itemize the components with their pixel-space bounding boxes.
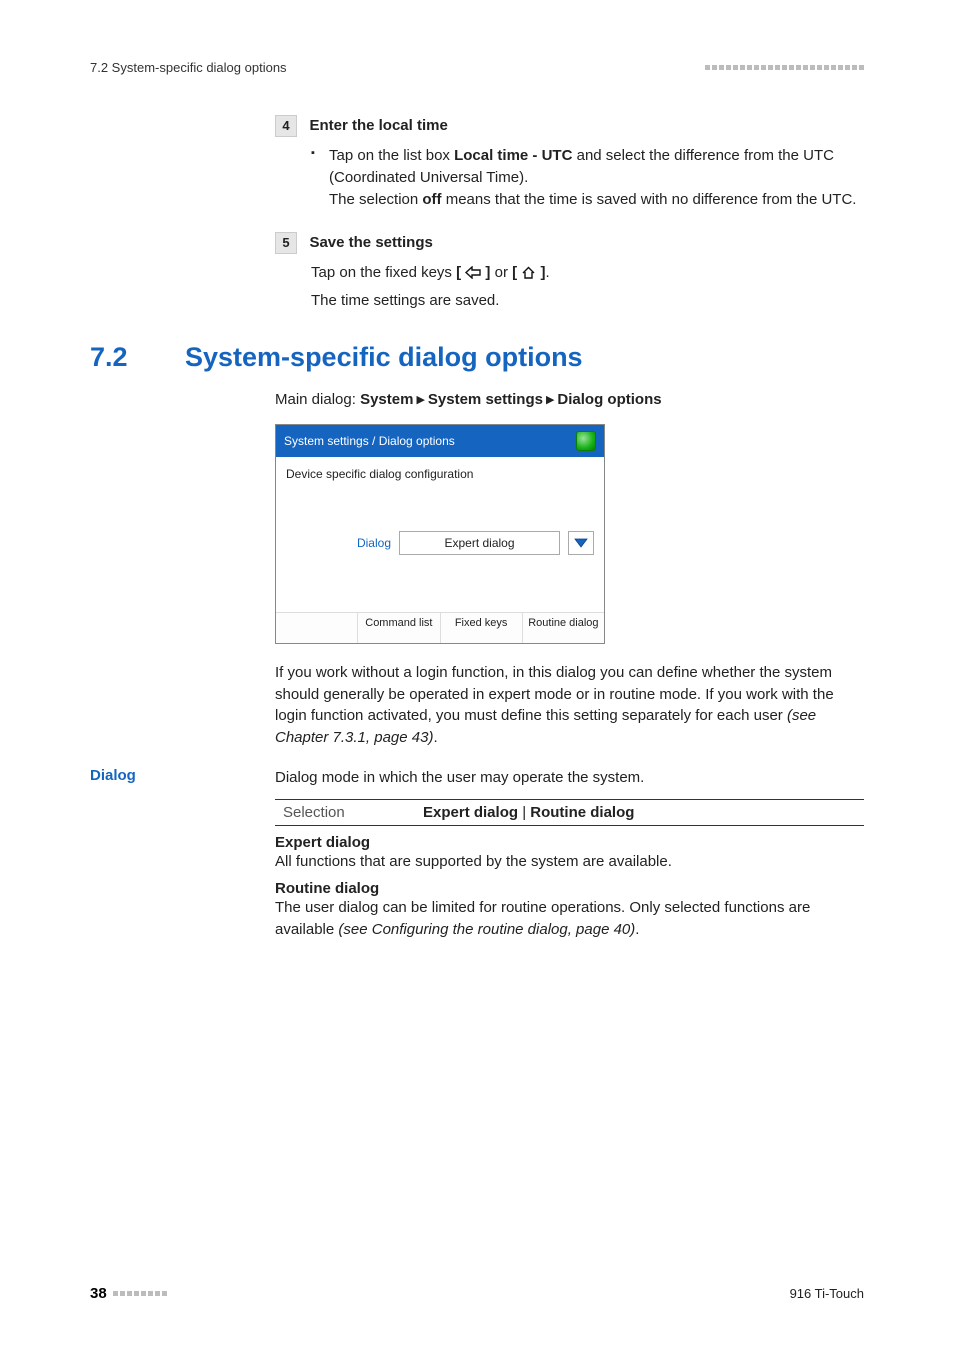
- footer-ticks: [113, 1291, 167, 1296]
- dialog-select[interactable]: Expert dialog: [399, 531, 560, 555]
- screenshot-status-icon[interactable]: [576, 431, 596, 451]
- step-5-line1-mid: or: [490, 264, 512, 281]
- step-4-line2-bold: off: [422, 191, 441, 208]
- expert-dialog-text: All functions that are supported by the …: [275, 851, 864, 873]
- breadcrumb-b: System settings: [428, 391, 543, 408]
- fixed-keys-button[interactable]: Fixed keys: [440, 613, 522, 643]
- back-arrow-icon: [465, 266, 481, 279]
- routine-dialog-text-post: .: [635, 921, 639, 938]
- screenshot-config-label: Device specific dialog configuration: [286, 467, 594, 481]
- screenshot-title: System settings / Dialog options: [284, 434, 455, 448]
- step-5-line2: The time settings are saved.: [311, 290, 864, 312]
- selection-label: Selection: [275, 799, 415, 825]
- selection-value-a: Expert dialog: [423, 804, 518, 821]
- step-4-bullet-pre: Tap on the list box: [329, 147, 454, 164]
- step-4-bullet: Tap on the list box Local time - UTC and…: [311, 145, 864, 210]
- step-5-title: Save the settings: [309, 234, 432, 251]
- command-list-button[interactable]: Command list: [357, 613, 439, 643]
- expert-dialog-head: Expert dialog: [275, 834, 864, 851]
- selection-sep: |: [518, 804, 530, 821]
- intro-paragraph-pre: If you work without a login function, in…: [275, 664, 834, 725]
- breadcrumb-prefix: Main dialog:: [275, 391, 360, 408]
- dialog-select-value: Expert dialog: [444, 536, 514, 550]
- routine-dialog-text: The user dialog can be limited for routi…: [275, 897, 864, 941]
- dialog-screenshot: System settings / Dialog options Device …: [275, 424, 605, 644]
- step-5-line1-pre: Tap on the fixed keys: [311, 264, 456, 281]
- section-number: 7.2: [90, 342, 185, 373]
- selection-values: Expert dialog | Routine dialog: [415, 799, 864, 825]
- step-4-bullet-bold: Local time - UTC: [454, 147, 572, 164]
- step-4-line2-pre: The selection: [329, 191, 422, 208]
- breadcrumb: Main dialog: System▶System settings▶Dial…: [275, 391, 864, 408]
- step-5-line1: Tap on the fixed keys [ ] or [ ].: [311, 262, 864, 284]
- dialog-sidehead: Dialog: [90, 767, 265, 784]
- intro-paragraph: If you work without a login function, in…: [275, 662, 864, 749]
- selection-table: Selection Expert dialog | Routine dialog: [275, 799, 864, 826]
- header-left: 7.2 System-specific dialog options: [90, 60, 287, 75]
- dialog-select-arrow[interactable]: [568, 531, 594, 555]
- breadcrumb-c: Dialog options: [557, 391, 661, 408]
- section-title: System-specific dialog options: [185, 342, 583, 373]
- screenshot-dialog-label: Dialog: [286, 536, 391, 550]
- routine-dialog-button[interactable]: Routine dialog: [522, 613, 604, 643]
- intro-paragraph-post: .: [433, 729, 437, 746]
- breadcrumb-a: System: [360, 391, 413, 408]
- footer-product: 916 Ti-Touch: [790, 1286, 864, 1301]
- home-icon: [521, 266, 536, 279]
- routine-dialog-head: Routine dialog: [275, 880, 864, 897]
- dialog-intro: Dialog mode in which the user may operat…: [275, 767, 864, 789]
- step-5-line1-post: .: [545, 264, 549, 281]
- chevron-down-icon: [574, 538, 588, 548]
- step-5-number: 5: [275, 232, 297, 254]
- page-number: 38: [90, 1285, 107, 1302]
- header-ticks: [705, 65, 864, 70]
- routine-dialog-text-ref: (see Configuring the routine dialog, pag…: [338, 921, 635, 938]
- step-4-title: Enter the local time: [309, 117, 447, 134]
- selection-value-b: Routine dialog: [530, 804, 634, 821]
- step-4-line2-post: means that the time is saved with no dif…: [442, 191, 857, 208]
- screenshot-btn-spacer: [276, 613, 357, 643]
- step-4-number: 4: [275, 115, 297, 137]
